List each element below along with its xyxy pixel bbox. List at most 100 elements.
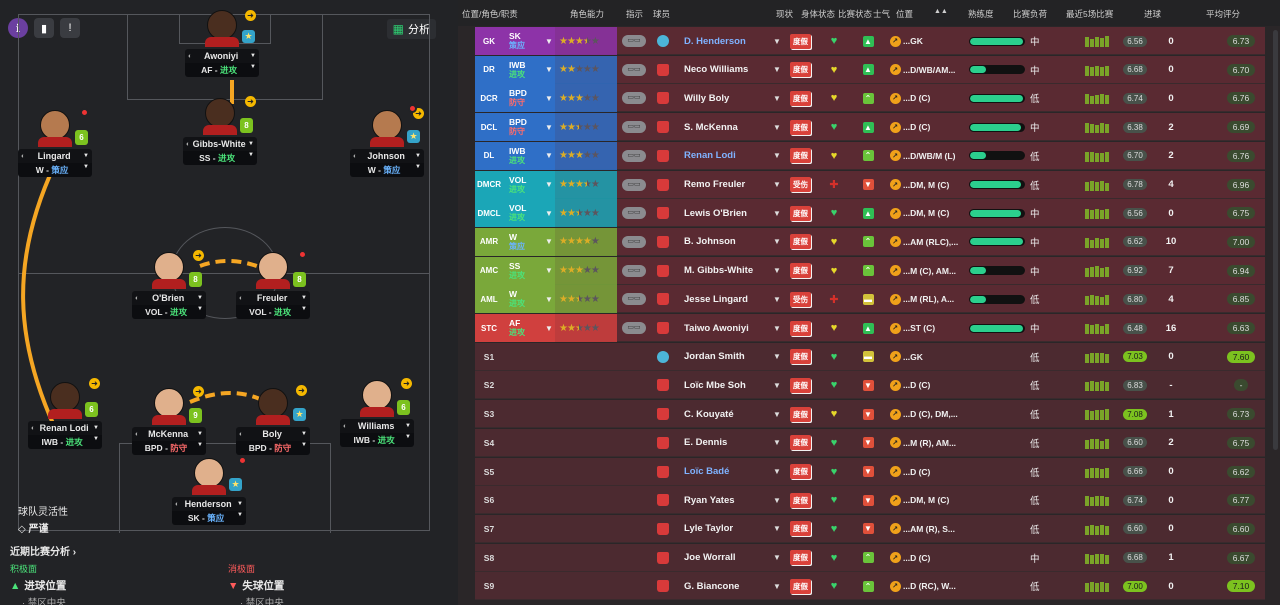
table-row[interactable]: S3 C. Kouyaté ▼ 度假 ♥ ▼ ↗ ...D (C), DM,... 低 7.08 1… (475, 400, 1265, 429)
header-match-sharpness[interactable]: 比赛状态 (838, 8, 872, 20)
sub-slot[interactable]: S2 (475, 371, 503, 399)
chevron-down-icon[interactable]: ▼ (545, 285, 555, 313)
table-row[interactable]: S5 Loïc Badé ▼ 度假 ♥ ▼ ↗ ...D (C) 低 6.66 0 6.62 (475, 457, 1265, 486)
position-slot[interactable]: GK (475, 27, 503, 55)
chevron-down-icon[interactable]: ▼ (545, 27, 555, 55)
header-morale[interactable]: 士气 (873, 8, 890, 20)
header-condition[interactable]: 身体状态 (801, 8, 835, 20)
chevron-down-icon[interactable]: ▼ (545, 113, 555, 141)
chevron-down-icon[interactable]: ▼ (773, 113, 783, 141)
player-instruction-arrow-icon[interactable]: ➜ (401, 378, 412, 389)
player-instruction-arrow-icon[interactable]: ➜ (245, 10, 256, 21)
table-row[interactable]: S4 E. Dennis ▼ 度假 ♥ ▼ ↗ ...M (R), AM... 低 6.60 2 6.… (475, 428, 1265, 457)
sub-slot[interactable]: S3 (475, 400, 503, 428)
player-name[interactable]: Lewis O'Brien (684, 199, 768, 227)
team-fluidity[interactable]: 球队灵活性 ◇ 严谨 (18, 503, 68, 535)
player-name[interactable]: S. McKenna (684, 113, 768, 141)
header-position[interactable]: 位置 (896, 8, 913, 20)
table-row[interactable]: AML W 进攻 ▼ ★ ★ ★ ★ ★ ▭▭ Jesse Lingard ▼ 受伤 ✚ ▬ ↗ ...M (R… (475, 285, 1265, 314)
table-row[interactable]: S6 Ryan Yates ▼ 度假 ♥ ▼ ↗ ...DM, M (C) 低 6.74 0 6.77 (475, 486, 1265, 515)
sub-slot[interactable]: S1 (475, 343, 503, 371)
header-role-ability[interactable]: 角色能力 (570, 8, 604, 20)
chevron-down-icon[interactable]: ▼ (773, 228, 783, 256)
table-row[interactable]: DL IWB 进攻 ▼ ★ ★ ★ ★ ★ ▭▭ Renan Lodi ▼ 度假 ♥ ⌃ ↗ ...D/WB/M… (475, 141, 1265, 170)
player-name[interactable]: Joe Worrall (684, 544, 768, 572)
header-position-role[interactable]: 位置/角色/职责 (462, 8, 518, 20)
chevron-down-icon[interactable]: ▼ (773, 544, 783, 572)
player-role-bar[interactable]: IWB - 进攻 ▼ (28, 435, 102, 449)
player-marker[interactable]: 9 ◐ McKenna ▼ BPD - 防守 ▼ (132, 388, 206, 455)
player-role-bar[interactable]: VOL - 进攻 ▼ (236, 305, 310, 319)
sub-slot[interactable]: S7 (475, 515, 503, 543)
instructions-toggle[interactable]: ▭▭ (620, 285, 648, 313)
player-role-bar[interactable]: BPD - 防守 ▼ (132, 441, 206, 455)
recent-analysis-link[interactable]: 近期比赛分析 › (10, 543, 76, 558)
chevron-down-icon[interactable]: ▼ (545, 314, 555, 342)
table-row[interactable]: GK SK 策应 ▼ ★ ★ ★ ★ ★ ▭▭ D. Henderson ▼ 度假 ♥ ▲ ↗ ...GK 中 6.… (475, 27, 1265, 55)
chevron-down-icon[interactable]: ▼ (545, 142, 555, 170)
table-row[interactable]: AMR W 策应 ▼ ★ ★ ★ ★ ★ ▭▭ B. Johnson ▼ 度假 ♥ ⌃ ↗ ...AM (RLC… (475, 227, 1265, 256)
player-marker[interactable]: 6 ◐ Williams ▼ IWB - 进攻 ▼ (340, 380, 414, 447)
player-role-bar[interactable]: BPD - 防守 ▼ (236, 441, 310, 455)
table-row[interactable]: S7 Lyle Taylor ▼ 度假 ♥ ▼ ↗ ...AM (R), S... 低 6.60 0… (475, 514, 1265, 543)
chevron-down-icon[interactable]: ▼ (773, 142, 783, 170)
player-name[interactable]: Loïc Badé (684, 458, 768, 486)
player-role-bar[interactable]: VOL - 进攻 ▼ (132, 305, 206, 319)
chevron-down-icon[interactable]: ▼ (773, 515, 783, 543)
player-name-bar[interactable]: ◐ Boly ▼ (236, 427, 310, 441)
chevron-down-icon[interactable]: ▼ (773, 257, 783, 285)
player-name-bar[interactable]: ◐ McKenna ▼ (132, 427, 206, 441)
table-row[interactable]: S1 Jordan Smith ▼ 度假 ♥ ▬ ↗ ...GK 低 7.03 0 7.60 (475, 342, 1265, 371)
table-row[interactable]: S9 G. Biancone ▼ 度假 ♥ ⌃ ↗ ...D (RC), W... 低 7.00 0… (475, 572, 1265, 601)
player-name-bar[interactable]: ◐ Henderson ▼ (172, 497, 246, 511)
player-marker[interactable]: 8 ◐ Freuler ▼ VOL - 进攻 ▼ (236, 252, 310, 319)
chevron-down-icon[interactable]: ▼ (545, 56, 555, 84)
player-role-bar[interactable]: W - 策应 ▼ (18, 163, 92, 177)
chevron-down-icon[interactable]: ▼ (773, 343, 783, 371)
player-name[interactable]: Loïc Mbe Soh (684, 371, 768, 399)
chevron-down-icon[interactable]: ▼ (773, 84, 783, 112)
instructions-toggle[interactable]: ▭▭ (620, 228, 648, 256)
instructions-toggle[interactable]: ▭▭ (620, 27, 648, 55)
table-row[interactable]: DMCL VOL 进攻 ▼ ★ ★ ★ ★ ★ ▭▭ Lewis O'Brien ▼ 度假 ♥ ▲ ↗ ...D… (475, 199, 1265, 228)
sub-slot[interactable]: S5 (475, 458, 503, 486)
player-marker[interactable]: 6 ◐ Renan Lodi ▼ IWB - 进攻 ▼ (28, 382, 102, 449)
player-name[interactable]: Lyle Taylor (684, 515, 768, 543)
player-role-bar[interactable]: SS - 进攻 ▼ (183, 151, 257, 165)
position-slot[interactable]: AMR (475, 227, 503, 256)
player-name[interactable]: C. Kouyaté (684, 400, 768, 428)
chevron-down-icon[interactable]: ▼ (773, 486, 783, 514)
header-match-load[interactable]: 比赛负荷 (1013, 8, 1047, 20)
position-slot[interactable]: DL (475, 141, 503, 170)
player-name-bar[interactable]: ◐ Williams ▼ (340, 419, 414, 433)
player-name-bar[interactable]: ◐ Lingard ▼ (18, 149, 92, 163)
chevron-down-icon[interactable]: ▼ (773, 171, 783, 199)
position-slot[interactable]: DCL (475, 113, 503, 142)
position-slot[interactable]: DMCL (475, 199, 503, 228)
chevron-down-icon[interactable]: ▼ (545, 199, 555, 227)
sub-slot[interactable]: S9 (475, 572, 503, 600)
instructions-toggle[interactable]: ▭▭ (620, 171, 648, 199)
header-player[interactable]: 球员 (653, 8, 670, 20)
player-marker[interactable]: ★ ◐ Boly ▼ BPD - 防守 ▼ (236, 388, 310, 455)
player-name[interactable]: Jordan Smith (684, 343, 768, 371)
player-name-bar[interactable]: ◐ Awoniyi ▼ (185, 49, 259, 63)
player-instruction-arrow-icon[interactable]: ➜ (296, 385, 307, 396)
chevron-down-icon[interactable]: ▼ (545, 257, 555, 285)
chevron-down-icon[interactable]: ▼ (545, 84, 555, 112)
chevron-down-icon[interactable]: ▼ (773, 458, 783, 486)
player-role-bar[interactable]: IWB - 进攻 ▼ (340, 433, 414, 447)
instructions-toggle[interactable]: ▭▭ (620, 113, 648, 141)
player-instruction-arrow-icon[interactable]: ➜ (193, 250, 204, 261)
table-row[interactable]: S2 Loïc Mbe Soh ▼ 度假 ♥ ▼ ↗ ...D (C) 低 6.83- - (475, 371, 1265, 400)
player-name[interactable]: B. Johnson (684, 228, 768, 256)
header-avg-rating[interactable]: 平均评分 (1206, 8, 1240, 20)
header-familiarity[interactable]: 熟练度 (968, 8, 994, 20)
table-row[interactable]: STC AF 进攻 ▼ ★ ★ ★ ★ ★ ▭▭ Taiwo Awoniyi ▼ 度假 ♥ ▲ ↗ ...ST … (475, 314, 1265, 342)
instructions-toggle[interactable]: ▭▭ (620, 314, 648, 342)
player-name[interactable]: Taiwo Awoniyi (684, 314, 768, 342)
player-role-bar[interactable]: SK - 策应 ▼ (172, 511, 246, 525)
scrollbar[interactable] (1273, 30, 1278, 450)
player-instruction-arrow-icon[interactable]: ➜ (89, 378, 100, 389)
player-name[interactable]: Remo Freuler (684, 171, 768, 199)
